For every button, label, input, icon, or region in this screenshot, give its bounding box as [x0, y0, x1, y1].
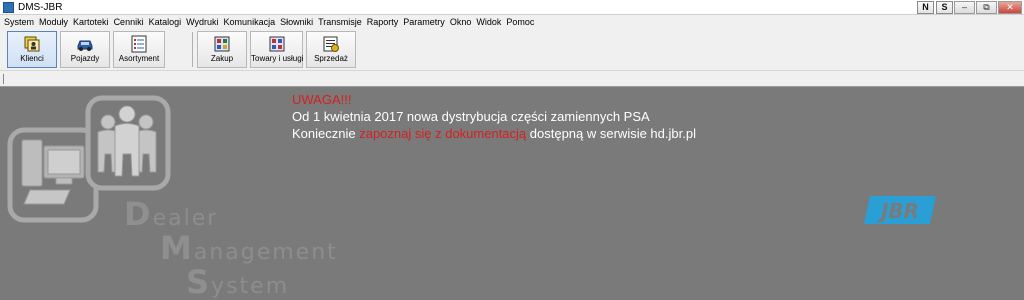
asortyment-label: Asortyment — [118, 54, 160, 63]
s-button[interactable]: S — [936, 1, 953, 14]
app-icon — [3, 2, 14, 13]
menu-system[interactable]: System — [4, 15, 34, 29]
menu-okno[interactable]: Okno — [450, 15, 472, 29]
system-initial: S — [186, 263, 212, 300]
menu-bar: System Moduły Kartoteki Cenniki Katalogi… — [0, 15, 1024, 29]
close-button[interactable]: ✕ — [998, 1, 1022, 14]
notice-line1: Od 1 kwietnia 2017 nowa dystrybucja częś… — [292, 109, 650, 124]
toolbar-separator — [192, 32, 193, 67]
menu-wydruki[interactable]: Wydruki — [186, 15, 218, 29]
documentation-link[interactable]: zapoznaj się z dokumentacją — [359, 126, 526, 141]
menu-parametry[interactable]: Parametry — [403, 15, 445, 29]
clients-icon — [24, 36, 40, 52]
asortyment-button[interactable]: Asortyment — [113, 31, 165, 68]
list-icon — [131, 35, 147, 53]
window-title: DMS-JBR — [18, 2, 63, 13]
dealer-rest: ealer — [152, 206, 219, 231]
management-word: Management — [160, 229, 338, 267]
window-controls: ‒ ⧉ ✕ — [953, 1, 1022, 14]
management-rest: anagement — [193, 240, 338, 265]
restore-button[interactable]: ⧉ — [976, 1, 997, 14]
system-rest: ystem — [211, 274, 290, 299]
zakup-button[interactable]: Zakup — [197, 31, 247, 68]
strip-divider — [3, 74, 4, 84]
computer-icon — [21, 139, 85, 205]
dealer-initial: D — [124, 195, 153, 233]
notice-line2: Koniecznie zapoznaj się z dokumentacją d… — [292, 125, 696, 142]
sprzedaz-button[interactable]: Sprzedaż — [306, 31, 356, 68]
system-word: System — [186, 263, 289, 300]
notice-message: UWAGA!!! Od 1 kwietnia 2017 nowa dystryb… — [292, 91, 696, 142]
menu-kartoteki[interactable]: Kartoteki — [73, 15, 109, 29]
toolbar: Klienci Pojazdy Asortyment Zakup Towary … — [0, 29, 1024, 70]
menu-katalogi[interactable]: Katalogi — [149, 15, 182, 29]
window-tab-strip — [0, 70, 1024, 87]
dealer-word: Dealer — [124, 195, 218, 233]
menu-slowniki[interactable]: Słowniki — [280, 15, 313, 29]
title-bar: DMS-JBR N S ‒ ⧉ ✕ — [0, 0, 1024, 15]
n-button[interactable]: N — [917, 1, 934, 14]
notice-warning: UWAGA!!! — [292, 92, 352, 107]
pojazdy-label: Pojazdy — [70, 54, 100, 63]
notice-line2-suffix: dostępną w serwisie hd.jbr.pl — [526, 126, 696, 141]
klienci-button[interactable]: Klienci — [7, 31, 57, 68]
menu-moduly[interactable]: Moduły — [39, 15, 68, 29]
menu-widok[interactable]: Widok — [476, 15, 501, 29]
sales-icon — [323, 36, 339, 52]
menu-raporty[interactable]: Raporty — [367, 15, 399, 29]
purchase-icon — [214, 36, 230, 52]
goods-icon — [269, 36, 284, 52]
minimize-button[interactable]: ‒ — [954, 1, 975, 14]
menu-cenniki[interactable]: Cenniki — [114, 15, 144, 29]
workspace-background: Dealer Management System UWAGA!!! Od 1 k… — [0, 88, 1024, 300]
menu-transmisje[interactable]: Transmisje — [318, 15, 362, 29]
pojazdy-button[interactable]: Pojazdy — [60, 31, 110, 68]
menu-pomoc[interactable]: Pomoc — [506, 15, 534, 29]
menu-komunikacja[interactable]: Komunikacja — [224, 15, 276, 29]
towary-label: Towary i usługi — [251, 54, 304, 63]
notice-line2-prefix: Koniecznie — [292, 126, 360, 141]
management-initial: M — [160, 229, 194, 267]
car-icon — [77, 40, 93, 51]
jbr-logo: JBR — [864, 196, 936, 224]
towary-button[interactable]: Towary i usługi — [250, 31, 303, 68]
jbr-logo-text: JBR — [877, 199, 919, 223]
zakup-label: Zakup — [210, 54, 234, 63]
sprzedaz-label: Sprzedaż — [314, 54, 348, 63]
klienci-label: Klienci — [20, 54, 44, 63]
